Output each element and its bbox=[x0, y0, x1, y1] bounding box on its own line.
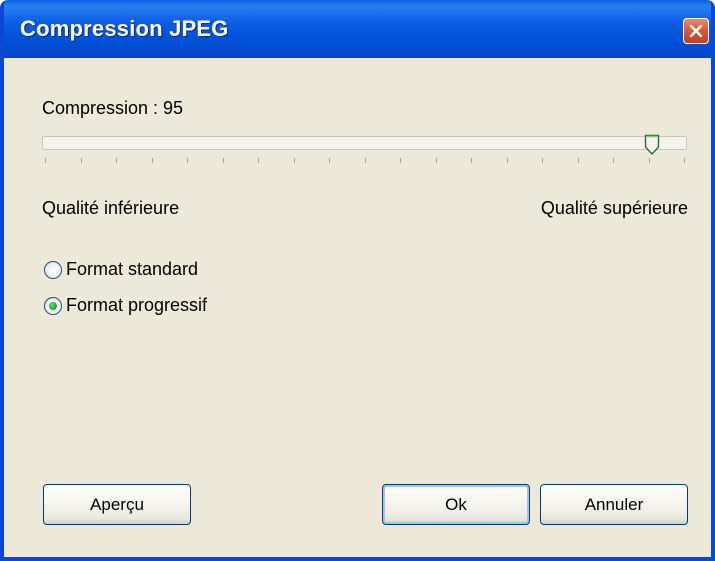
slider-tick bbox=[648, 158, 650, 163]
slider-tick bbox=[542, 158, 543, 163]
slider-tick bbox=[80, 158, 82, 163]
radio-label: Format standard bbox=[66, 259, 199, 279]
slider-tick bbox=[293, 158, 295, 163]
slider-tick bbox=[187, 158, 188, 163]
slider-tick bbox=[506, 158, 508, 163]
radio-selected-dot bbox=[49, 301, 57, 310]
dialog-body: Compression : 95 Qualité inférieure Qual… bbox=[4, 58, 711, 557]
slider-thumb[interactable] bbox=[644, 134, 660, 156]
compression-slider[interactable] bbox=[42, 134, 688, 176]
preview-button[interactable]: Aperçu bbox=[43, 484, 191, 525]
radio-label: Format progressif bbox=[66, 295, 208, 315]
slider-tick bbox=[151, 158, 153, 163]
compression-label: Compression : 95 bbox=[42, 98, 184, 118]
slider-tick bbox=[222, 158, 224, 163]
slider-tick bbox=[471, 158, 472, 163]
radio-button[interactable] bbox=[44, 260, 62, 279]
slider-tick bbox=[329, 158, 330, 163]
slider-tick bbox=[684, 158, 685, 163]
title-bar[interactable]: Compression JPEG bbox=[4, 0, 711, 58]
slider-tick bbox=[45, 158, 46, 163]
slider-tick bbox=[400, 158, 401, 163]
window-title: Compression JPEG bbox=[20, 16, 229, 41]
slider-tick bbox=[116, 158, 117, 163]
close-icon bbox=[689, 24, 703, 38]
radio-button[interactable] bbox=[44, 296, 62, 315]
cancel-button[interactable]: Annuler bbox=[540, 484, 688, 525]
slider-track[interactable] bbox=[42, 136, 687, 150]
radio-format-standard[interactable]: Format standard bbox=[44, 259, 198, 280]
slider-tick bbox=[577, 158, 579, 163]
slider-tick bbox=[613, 158, 614, 163]
higher-quality-label: Qualité supérieure bbox=[540, 198, 688, 218]
jpeg-compression-dialog: Compression JPEG Compression : 95 Qualit… bbox=[0, 0, 715, 561]
slider-tick bbox=[258, 158, 259, 163]
slider-tick bbox=[435, 158, 437, 163]
ok-button[interactable]: Ok bbox=[382, 484, 530, 525]
lower-quality-label: Qualité inférieure bbox=[42, 198, 180, 218]
slider-tick bbox=[364, 158, 366, 163]
close-button[interactable] bbox=[683, 18, 709, 44]
radio-format-progressive[interactable]: Format progressif bbox=[44, 295, 207, 316]
